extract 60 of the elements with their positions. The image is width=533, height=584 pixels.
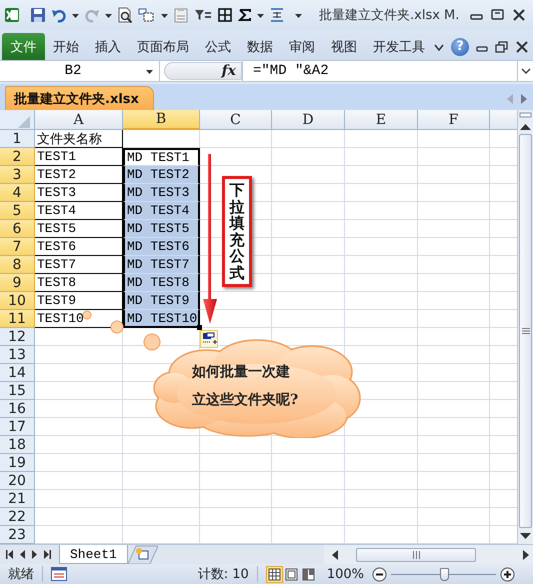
ribbon-tab[interactable]: 视图 xyxy=(323,33,365,60)
row-header[interactable]: 2 xyxy=(0,148,35,166)
window-title: 批量建立文件夹.xlsx M. xyxy=(319,7,460,24)
row-header[interactable]: 4 xyxy=(0,184,35,202)
row-header[interactable]: 12 xyxy=(0,328,35,346)
ribbon-tab[interactable]: 开发工具 xyxy=(365,33,433,60)
table-cell: MD TEST2 xyxy=(123,166,200,184)
sheet-tab[interactable]: Sheet1 xyxy=(59,545,128,564)
count-text: 计数: 10 xyxy=(198,566,249,583)
insert-function-button[interactable]: fx xyxy=(222,63,236,79)
row-header[interactable]: 1 xyxy=(0,130,35,148)
table-cell: MD TEST3 xyxy=(123,184,200,202)
column-header[interactable]: D xyxy=(272,110,345,130)
row-header[interactable]: 14 xyxy=(0,364,35,382)
column-header[interactable]: E xyxy=(345,110,418,130)
row-header[interactable]: 22 xyxy=(0,508,35,526)
table-cell: MD TEST5 xyxy=(123,220,200,238)
ribbon-tab[interactable]: 开始 xyxy=(45,33,87,60)
row-header[interactable]: 18 xyxy=(0,436,35,454)
table-cell: MD TEST8 xyxy=(123,274,200,292)
column-header[interactable]: C xyxy=(200,110,272,130)
row-header[interactable]: 20 xyxy=(0,472,35,490)
annotation-note: 下拉填充公式 xyxy=(222,176,252,287)
name-box[interactable]: B2 xyxy=(0,61,160,81)
ribbon-tab[interactable]: 页面布局 xyxy=(129,33,197,60)
table-cell: MD TEST9 xyxy=(123,292,200,310)
ribbon-tab[interactable]: 插入 xyxy=(87,33,129,60)
ribbon-tab[interactable]: 数据 xyxy=(239,33,281,60)
status-text: 就绪 xyxy=(8,566,34,583)
row-header[interactable]: 9 xyxy=(0,274,35,292)
ribbon-tab[interactable]: 审阅 xyxy=(281,33,323,60)
file-tab[interactable]: 文件 xyxy=(2,33,45,60)
zoom-level: 100% xyxy=(326,566,364,582)
row-header[interactable]: 3 xyxy=(0,166,35,184)
row-header[interactable]: 8 xyxy=(0,256,35,274)
callout-text: 如何批量一次建立这些文件夹呢? xyxy=(192,363,300,410)
row-header[interactable]: 11 xyxy=(0,310,35,328)
row-header[interactable]: 16 xyxy=(0,400,35,418)
row-header[interactable]: 17 xyxy=(0,418,35,436)
row-header[interactable]: 23 xyxy=(0,526,35,544)
row-header[interactable]: 6 xyxy=(0,220,35,238)
column-header[interactable]: F xyxy=(418,110,490,130)
table-cell: MD TEST4 xyxy=(123,202,200,220)
table-cell: MD TEST7 xyxy=(123,256,200,274)
table-cell: MD TEST6 xyxy=(123,238,200,256)
row-header[interactable]: 10 xyxy=(0,292,35,310)
row-header[interactable]: 13 xyxy=(0,346,35,364)
ribbon-tab[interactable]: 公式 xyxy=(197,33,239,60)
row-header[interactable]: 15 xyxy=(0,382,35,400)
formula-field[interactable]: ="MD "&A2 xyxy=(242,61,517,81)
table-cell: 文件夹名称 xyxy=(35,130,123,148)
table-cell: MD TEST1 xyxy=(123,148,200,166)
workbook-tab[interactable]: 批量建立文件夹.xlsx xyxy=(5,86,154,110)
row-header[interactable]: 7 xyxy=(0,238,35,256)
row-header[interactable]: 5 xyxy=(0,202,35,220)
column-header[interactable]: A xyxy=(35,110,123,130)
row-header[interactable]: 21 xyxy=(0,490,35,508)
table-cell: MD TEST10 xyxy=(123,310,200,328)
row-header[interactable]: 19 xyxy=(0,454,35,472)
column-header[interactable]: B xyxy=(123,110,200,130)
